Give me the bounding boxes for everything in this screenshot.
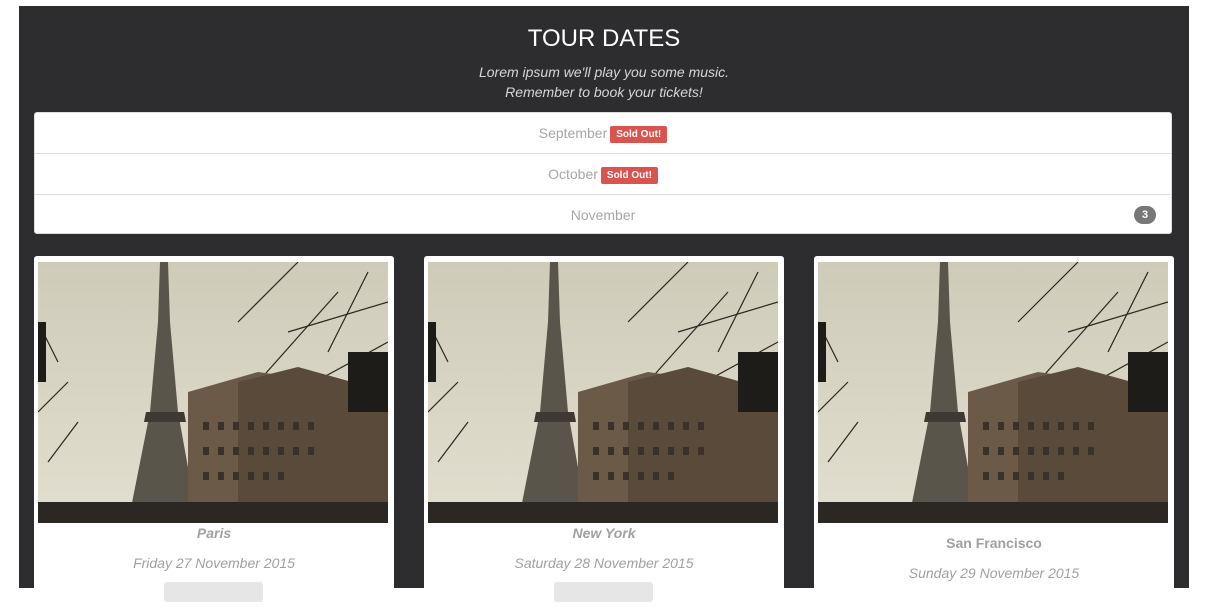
month-item-october[interactable]: October Sold Out! xyxy=(35,154,1171,195)
eiffel-tower-photo xyxy=(818,262,1168,523)
city-name: New York xyxy=(572,525,636,541)
eiffel-tower-photo xyxy=(428,262,778,523)
month-label: November xyxy=(570,207,636,223)
month-item-september[interactable]: September Sold Out! xyxy=(35,113,1171,154)
buy-tickets-button[interactable] xyxy=(554,582,653,602)
month-label: October xyxy=(548,166,598,182)
month-list: September Sold Out! October Sold Out! Nove… xyxy=(34,112,1172,234)
month-label: September xyxy=(538,125,608,141)
tour-card-paris: Paris Friday 27 November 2015 xyxy=(34,256,394,616)
section-title: TOUR DATES xyxy=(527,25,681,52)
event-date: Saturday 28 November 2015 xyxy=(514,555,694,571)
count-badge: 3 xyxy=(1134,206,1156,224)
event-date: Sunday 29 November 2015 xyxy=(908,565,1080,581)
tour-dates-section: TOUR DATES Lorem ipsum we'll play you so… xyxy=(19,6,1189,616)
section-subtitle-line1: Lorem ipsum we'll play you some music. xyxy=(478,64,730,80)
tour-card-san-francisco: San Francisco Sunday 29 November 2015 xyxy=(814,256,1174,616)
city-name: San Francisco xyxy=(946,535,1042,551)
tour-card-new-york: New York Saturday 28 November 2015 xyxy=(424,256,784,616)
city-name: Paris xyxy=(196,525,232,541)
sold-out-badge: Sold Out! xyxy=(610,126,668,143)
section-subtitle-line2: Remember to book your tickets! xyxy=(505,84,703,100)
event-date: Friday 27 November 2015 xyxy=(133,555,295,571)
month-item-november[interactable]: November 3 xyxy=(35,195,1171,235)
buy-tickets-button[interactable] xyxy=(164,582,263,602)
eiffel-tower-photo xyxy=(38,262,388,523)
sold-out-badge: Sold Out! xyxy=(600,167,658,184)
